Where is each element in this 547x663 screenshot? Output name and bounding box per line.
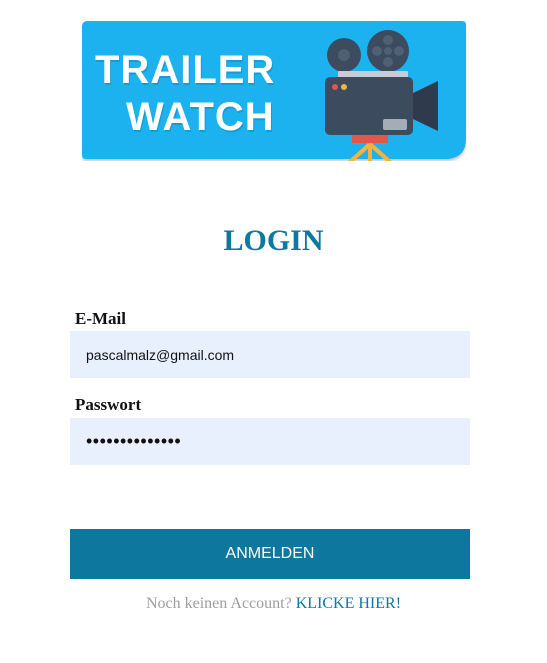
register-prompt-text: Noch keinen Account?	[145, 595, 292, 612]
trailer-watch-logo: TRAILER WATCH	[82, 21, 466, 161]
password-label: Passwort	[75, 395, 142, 414]
password-field[interactable]: ••••••••••••••	[70, 418, 470, 465]
email-label: E-Mail	[75, 309, 126, 328]
login-button[interactable]: ANMELDEN	[70, 529, 470, 579]
register-prompt: Noch keinen Account? KLICKE HIER!	[0, 594, 547, 614]
logo-text-line2: WATCH	[126, 95, 275, 139]
logo-text-line1: TRAILER	[95, 48, 276, 92]
register-link[interactable]: KLICKE HIER!	[296, 595, 401, 612]
page-title: LOGIN	[223, 224, 324, 257]
email-field[interactable]: pascalmalz@gmail.com	[70, 331, 470, 378]
